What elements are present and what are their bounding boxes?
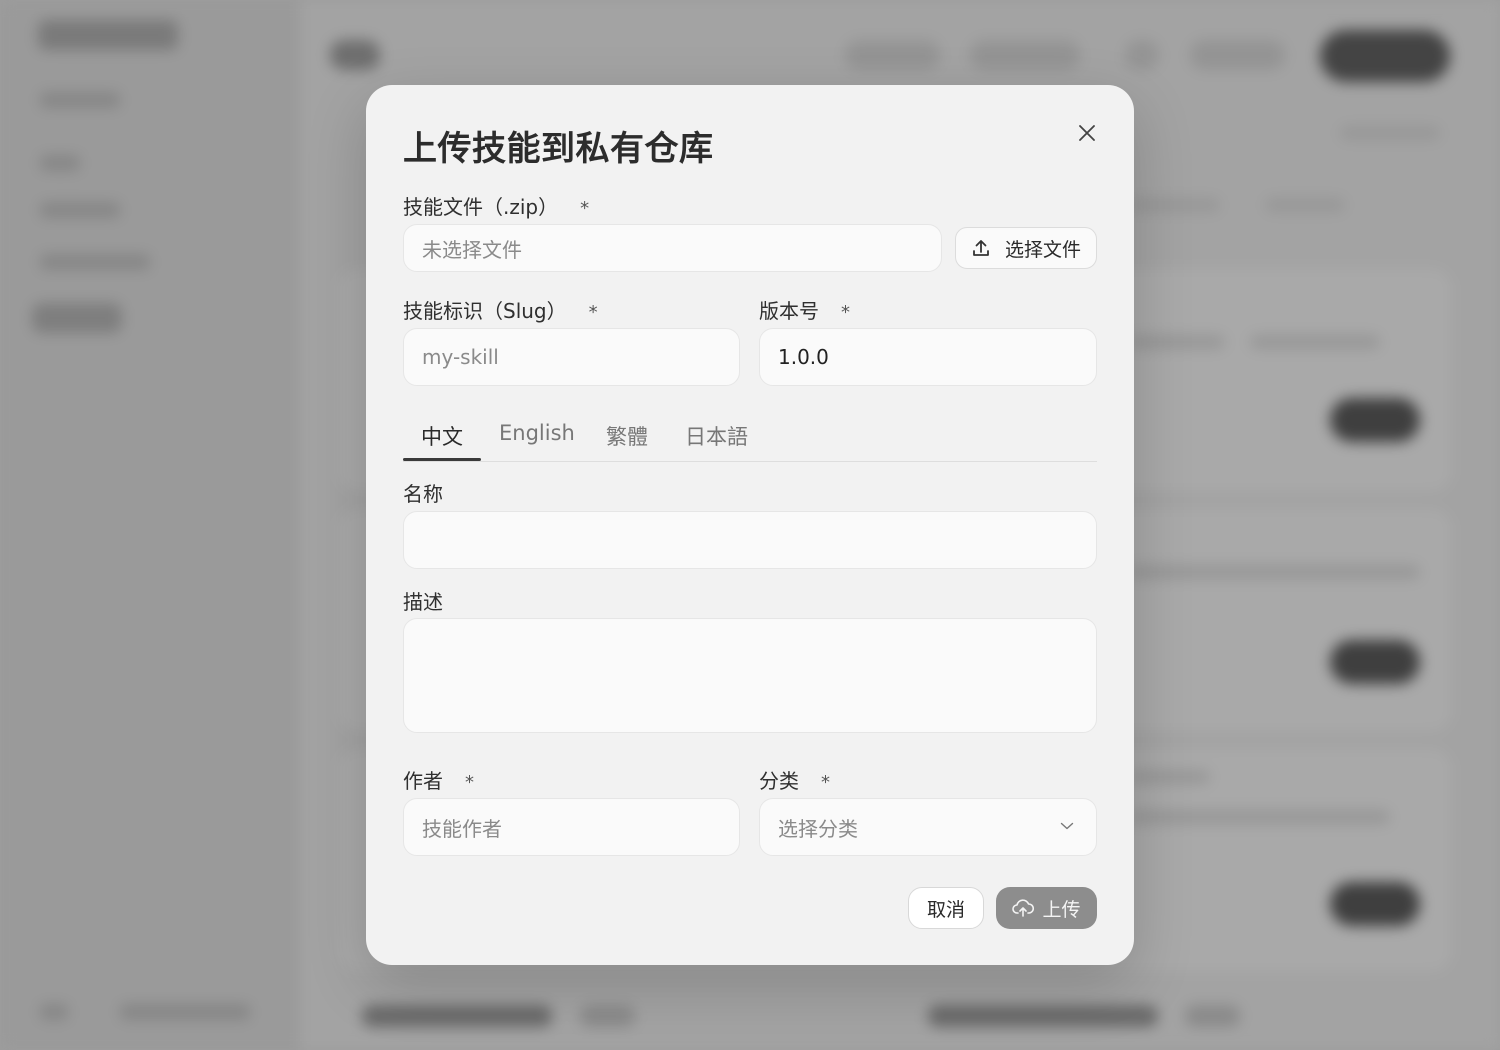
background-line [1265,198,1345,212]
description-textarea[interactable] [403,618,1097,733]
cloud-upload-icon [1012,899,1035,917]
tab-zh-hant[interactable]: 繁體 [606,421,648,451]
background-line [1130,335,1225,349]
choose-file-label: 选择文件 [1004,238,1081,261]
background-nav-item [40,254,150,270]
required-mark: * [580,198,590,219]
upload-button[interactable]: 上传 [996,887,1097,929]
background-pill [1125,40,1159,70]
required-mark: * [821,772,830,793]
background-nav-item [40,202,120,218]
description-field-label: 描述 [403,590,443,614]
category-label-text: 分类 [759,769,799,793]
file-label-text: 技能文件（.zip） [403,195,559,219]
upload-icon [973,240,989,256]
background-footer-bar [580,1005,635,1027]
background-footer-bar [1185,1005,1240,1027]
background-line [1130,810,1390,824]
name-input[interactable] [403,511,1097,569]
category-select[interactable]: 选择分类 [759,798,1097,856]
background-line [1130,770,1210,784]
author-input[interactable]: 技能作者 [403,798,740,856]
tab-en[interactable]: English [499,421,575,445]
required-mark: * [465,772,474,793]
background-pill [970,40,1080,70]
author-label-text: 作者 [403,769,443,793]
language-tabs: 中文 English 繁體 日本語 [403,415,1097,462]
required-mark: * [841,302,850,323]
slug-field-label: 技能标识（Slug） * [403,295,598,324]
cancel-button[interactable]: 取消 [908,887,984,929]
background-sidebar [0,0,300,1050]
slug-label-text: 技能标识（Slug） [403,299,567,323]
file-name-display: 未选择文件 [403,224,942,272]
close-button[interactable] [1072,118,1102,148]
tab-zh[interactable]: 中文 [421,421,463,451]
author-field-label: 作者 * [403,765,474,794]
modal-title: 上传技能到私有仓库 [403,129,714,169]
background-card-button [1330,640,1420,684]
background-line [1340,126,1440,140]
version-field-label: 版本号 * [759,295,850,324]
background-line [1130,565,1420,579]
chevron-down-icon [1060,822,1074,830]
background-pill [330,40,380,70]
active-tab-indicator [403,458,481,461]
background-line [1250,335,1380,349]
name-field-label: 名称 [403,482,443,506]
upload-skill-modal: 上传技能到私有仓库 技能文件（.zip） * 未选择文件 选择文件 技能标识（Sl… [366,85,1134,965]
background-pill [845,40,940,70]
background-primary-button [1320,30,1450,82]
version-label-text: 版本号 [759,299,819,323]
slug-input[interactable]: my-skill [403,328,740,386]
background-nav-item [120,1004,250,1020]
background-nav-item-active [32,303,122,333]
background-nav-item [40,155,80,171]
file-field-label: 技能文件（.zip） * [403,191,589,220]
background-line [1130,198,1220,212]
close-icon [1079,125,1095,141]
category-select-value: 选择分类 [778,816,858,841]
background-nav-item [40,92,120,108]
background-card-button [1330,398,1420,442]
upload-button-label: 上传 [1042,898,1081,921]
version-input[interactable]: 1.0.0 [759,328,1097,386]
category-field-label: 分类 * [759,765,830,794]
tab-ja[interactable]: 日本語 [685,421,748,451]
background-card-button [1330,882,1420,926]
background-logo [38,20,178,50]
background-pill [1190,40,1285,70]
background-footer-bar [928,1005,1158,1027]
background-nav-item [40,1004,68,1020]
choose-file-button[interactable]: 选择文件 [955,227,1097,269]
required-mark: * [588,302,598,323]
background-footer-bar [362,1005,552,1027]
